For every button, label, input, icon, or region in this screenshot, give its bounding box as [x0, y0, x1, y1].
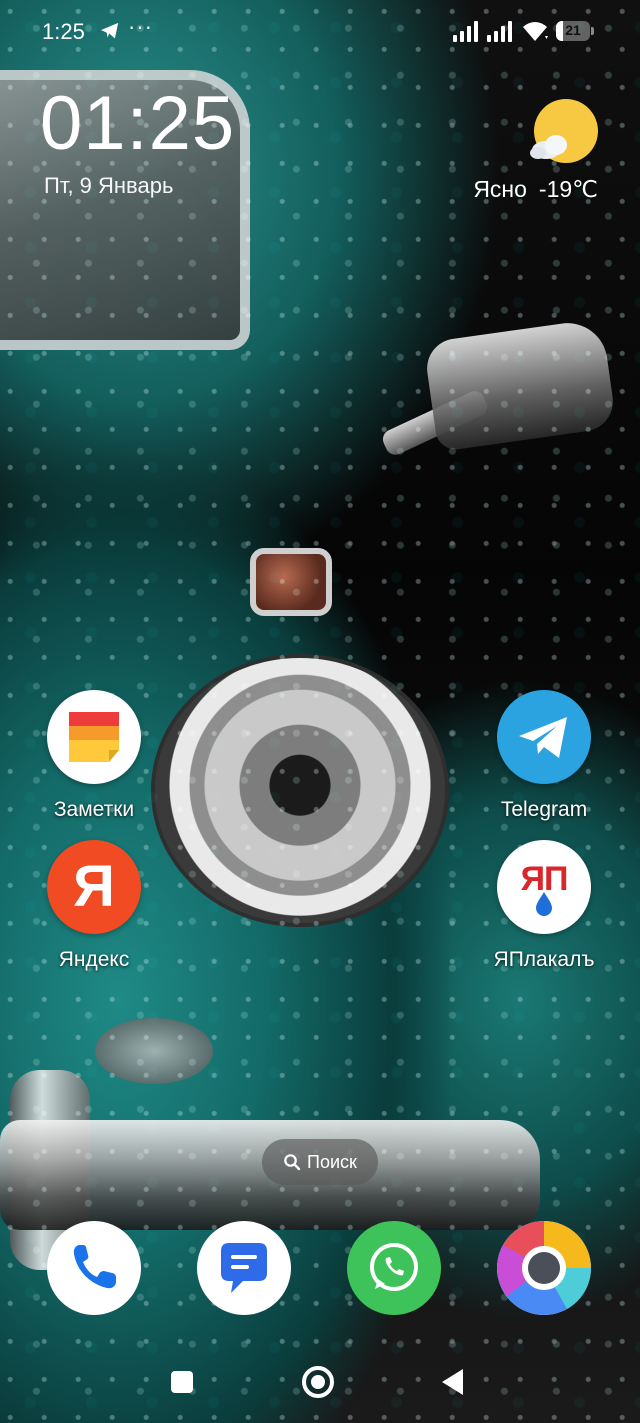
status-bar: 1:25 ··· 21: [0, 0, 640, 64]
home-button[interactable]: [298, 1362, 338, 1402]
battery-cap: [591, 27, 594, 35]
app-yaplakal[interactable]: ЯП ЯПлакалъ: [484, 840, 604, 972]
app-label: Яндекс: [58, 948, 130, 971]
yandex-logo: Я: [73, 854, 115, 919]
app-label: Telegram: [500, 798, 588, 821]
app-label: Заметки: [53, 798, 135, 821]
status-time: 1:25: [42, 19, 85, 44]
notes-icon: [47, 690, 141, 784]
app-telegram[interactable]: Telegram: [484, 690, 604, 822]
yandex-icon: Я: [47, 840, 141, 934]
messages-icon[interactable]: [197, 1221, 291, 1315]
recents-button[interactable]: [162, 1362, 202, 1402]
weather-condition: Ясно: [473, 176, 527, 202]
more-notifications-icon: ···: [128, 14, 153, 39]
phone-icon[interactable]: [47, 1221, 141, 1315]
app-notes[interactable]: Заметки: [34, 690, 154, 822]
telegram-icon: [497, 690, 591, 784]
app-label: ЯПлакалъ: [493, 948, 595, 971]
search-icon: [284, 1154, 301, 1171]
clock-widget-time[interactable]: 01:25: [40, 86, 235, 162]
app-yandex[interactable]: Я Яндекс: [34, 840, 154, 972]
triangle-back-icon: [442, 1369, 463, 1395]
signal-icon: [453, 21, 478, 42]
search-label: Поиск: [307, 1151, 357, 1172]
whatsapp-icon[interactable]: [347, 1221, 441, 1315]
battery-icon: 21: [556, 21, 594, 41]
circle-icon: [302, 1366, 334, 1398]
back-button[interactable]: [434, 1362, 474, 1402]
sun-cloud-icon[interactable]: [530, 98, 600, 168]
weather-widget[interactable]: Ясно -19℃: [461, 176, 598, 203]
signal-icon: [487, 21, 512, 42]
clock-widget-date[interactable]: Пт, 9 Январь: [44, 173, 173, 199]
battery-level: 21: [565, 22, 581, 38]
chrome-icon[interactable]: [497, 1221, 591, 1315]
wifi-icon: [523, 22, 548, 41]
yaplakal-icon: ЯП: [497, 840, 591, 934]
telegram-notification-icon: [101, 22, 119, 39]
weather-temperature: -19℃: [538, 176, 598, 202]
search-button[interactable]: Поиск: [262, 1139, 378, 1185]
square-icon: [171, 1371, 193, 1393]
